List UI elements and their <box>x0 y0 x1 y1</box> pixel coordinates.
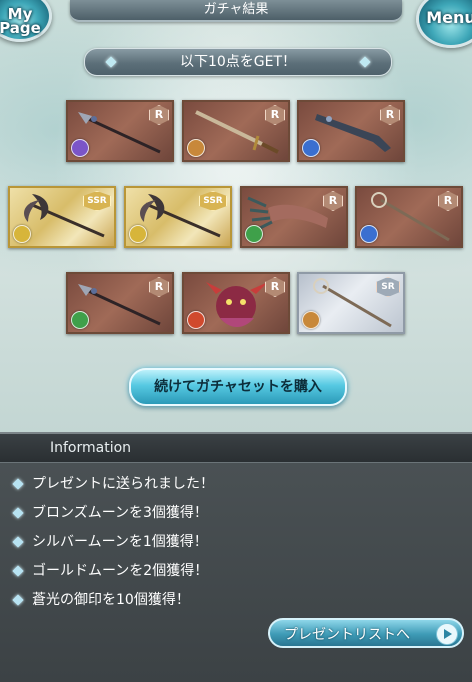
item-card[interactable]: SSR <box>124 186 232 248</box>
item-card[interactable]: R <box>297 100 405 162</box>
buy-button-label: 続けてガチャセットを購入 <box>154 379 322 395</box>
play-arrow-icon <box>436 623 458 645</box>
light-element-icon <box>302 311 320 329</box>
info-line: ゴールドムーンを2個獲得！ <box>12 561 214 590</box>
item-card[interactable]: R <box>66 272 174 334</box>
info-line: 蒼光の御印を10個獲得！ <box>12 590 214 619</box>
info-line-text: ブロンズムーンを3個獲得！ <box>32 505 208 521</box>
info-line-text: プレゼントに送られました！ <box>32 476 214 492</box>
diamond-bullet-icon <box>12 478 24 490</box>
diamond-bullet-icon <box>12 594 24 606</box>
info-line: シルバームーンを1個獲得！ <box>12 532 214 561</box>
light-element-icon <box>187 139 205 157</box>
present-list-label: プレゼントリストへ <box>284 627 410 643</box>
item-card[interactable]: SR <box>297 272 405 334</box>
item-card[interactable]: R <box>182 272 290 334</box>
diamond-icon <box>105 56 117 68</box>
present-list-button[interactable]: プレゼントリストへ <box>268 618 464 648</box>
information-title-bar: Information <box>0 434 472 463</box>
item-card[interactable]: R <box>66 100 174 162</box>
information-list: プレゼントに送られました！ ブロンズムーンを3個獲得！ シルバームーンを1個獲得… <box>12 474 214 619</box>
mypage-label: My Page <box>0 5 41 37</box>
item-card[interactable]: R <box>355 186 463 248</box>
menu-label: Menu <box>426 8 472 27</box>
diamond-icon <box>359 56 371 68</box>
diamond-bullet-icon <box>12 536 24 548</box>
info-line-text: ゴールドムーンを2個獲得！ <box>32 563 209 579</box>
diamond-bullet-icon <box>12 565 24 577</box>
item-card[interactable]: R <box>240 186 348 248</box>
diamond-bullet-icon <box>12 507 24 519</box>
light-element-icon <box>129 225 147 243</box>
header-bar: ガチャ結果 <box>70 0 402 22</box>
light-element-icon <box>13 225 31 243</box>
information-title: Information <box>50 440 132 456</box>
item-card[interactable]: SSR <box>8 186 116 248</box>
wind-element-icon <box>71 311 89 329</box>
water-element-icon <box>302 139 320 157</box>
wind-element-icon <box>245 225 263 243</box>
info-line: プレゼントに送られました！ <box>12 474 214 503</box>
info-line-text: 蒼光の御印を10個獲得！ <box>32 592 190 608</box>
get-banner: 以下10点をGET！ <box>84 48 392 76</box>
fire-element-icon <box>187 311 205 329</box>
water-element-icon <box>360 225 378 243</box>
get-banner-text: 以下10点をGET！ <box>179 54 297 70</box>
item-card[interactable]: R <box>182 100 290 162</box>
dark-element-icon <box>71 139 89 157</box>
page-title: ガチャ結果 <box>203 2 269 17</box>
info-line-text: シルバームーンを1個獲得！ <box>32 534 208 550</box>
info-line: ブロンズムーンを3個獲得！ <box>12 503 214 532</box>
buy-gacha-set-button[interactable]: 続けてガチャセットを購入 <box>129 368 347 406</box>
